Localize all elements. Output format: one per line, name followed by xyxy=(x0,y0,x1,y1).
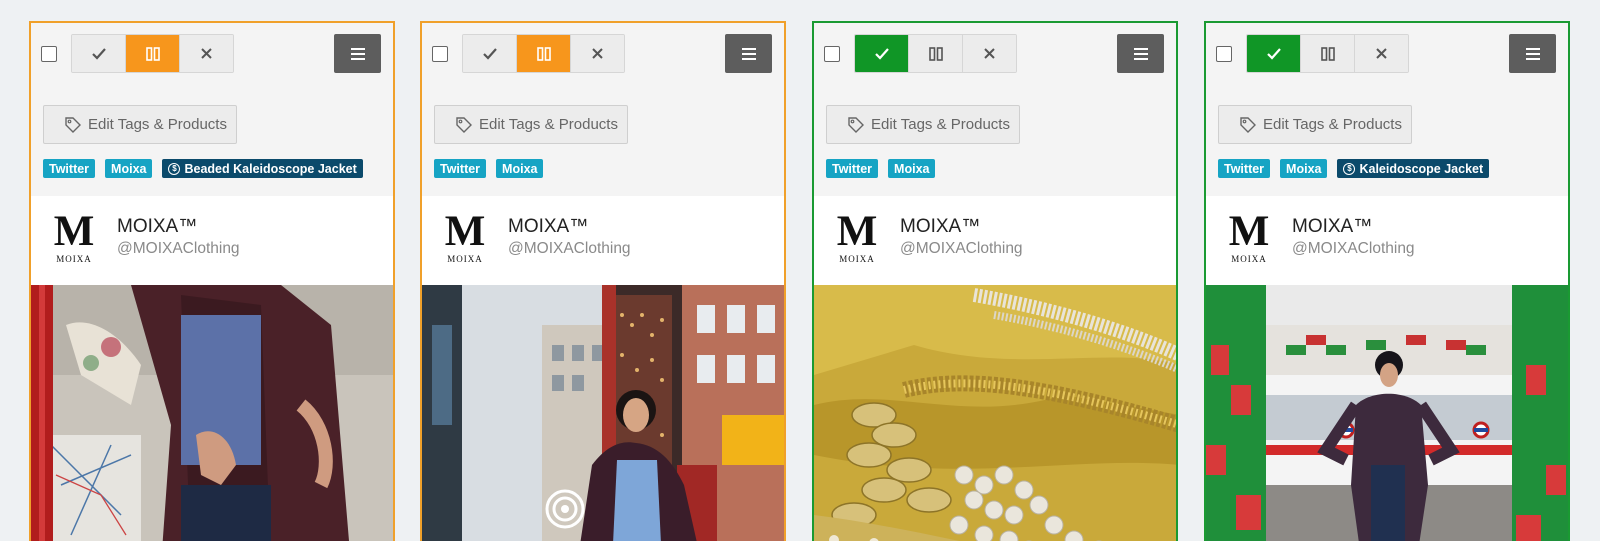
edit-tags-products-button[interactable]: Edit Tags & Products xyxy=(43,105,237,144)
close-icon xyxy=(201,48,212,59)
product-tag-label: Kaleidoscope Jacket xyxy=(1359,161,1484,176)
author-row: M MOIXA MOIXA™ @MOIXAClothing xyxy=(31,196,393,285)
author-name: MOIXA™ xyxy=(117,216,198,237)
edit-button-label: Edit Tags & Products xyxy=(871,116,1010,133)
pause-columns-icon xyxy=(928,46,943,61)
post-image[interactable] xyxy=(31,285,393,541)
post-image[interactable] xyxy=(1206,285,1568,541)
card-menu-button[interactable] xyxy=(1117,34,1164,73)
dollar-circle-icon: $ xyxy=(168,162,181,175)
author-name: MOIXA™ xyxy=(1292,216,1373,237)
post-card: Edit Tags & Products Twitter Moixa M MOI… xyxy=(812,21,1178,541)
pending-button[interactable] xyxy=(909,35,963,72)
card-menu-button[interactable] xyxy=(334,34,381,73)
tag-twitter[interactable]: Twitter xyxy=(826,159,879,178)
edit-button-label: Edit Tags & Products xyxy=(479,116,618,133)
approve-button[interactable] xyxy=(1247,35,1301,72)
brand-logo: M MOIXA xyxy=(1228,208,1270,264)
edit-button-label: Edit Tags & Products xyxy=(1263,116,1402,133)
select-checkbox[interactable] xyxy=(1216,46,1232,62)
close-icon xyxy=(592,48,603,59)
moderation-toggle xyxy=(71,34,234,73)
tag-twitter[interactable]: Twitter xyxy=(1218,159,1271,178)
dollar-circle-icon: $ xyxy=(1343,162,1356,175)
reject-button[interactable] xyxy=(180,35,233,72)
edit-button-label: Edit Tags & Products xyxy=(88,116,227,133)
card-menu-button[interactable] xyxy=(725,34,772,73)
tag-list: Twitter Moixa xyxy=(826,159,936,178)
tag-moixa[interactable]: Moixa xyxy=(496,159,544,178)
author-row: M MOIXA MOIXA™ @MOIXAClothing xyxy=(422,196,784,285)
product-tag-label: Beaded Kaleidoscope Jacket xyxy=(184,161,357,176)
reject-button[interactable] xyxy=(1355,35,1408,72)
select-checkbox[interactable] xyxy=(824,46,840,62)
author-name: MOIXA™ xyxy=(508,216,589,237)
pending-button[interactable] xyxy=(1301,35,1355,72)
edit-tags-products-button[interactable]: Edit Tags & Products xyxy=(1218,105,1412,144)
select-checkbox[interactable] xyxy=(41,46,57,62)
pause-columns-icon xyxy=(536,46,551,61)
tag-list: Twitter Moixa $ Beaded Kaleidoscope Jack… xyxy=(43,159,363,178)
hamburger-menu-icon xyxy=(350,47,365,60)
author-row: M MOIXA MOIXA™ @MOIXAClothing xyxy=(814,196,1176,285)
card-menu-button[interactable] xyxy=(1509,34,1556,73)
tag-moixa[interactable]: Moixa xyxy=(888,159,936,178)
edit-tags-products-button[interactable]: Edit Tags & Products xyxy=(826,105,1020,144)
pending-button[interactable] xyxy=(517,35,571,72)
author-handle[interactable]: @MOIXAClothing xyxy=(508,240,631,258)
moderation-toggle xyxy=(462,34,625,73)
brand-logo: M MOIXA xyxy=(836,208,878,264)
tag-icon xyxy=(1240,116,1256,133)
post-image[interactable] xyxy=(422,285,784,541)
author-handle[interactable]: @MOIXAClothing xyxy=(900,240,1023,258)
pause-columns-icon xyxy=(145,46,160,61)
check-icon xyxy=(482,47,497,60)
tag-list: Twitter Moixa $ Kaleidoscope Jacket xyxy=(1218,159,1490,178)
author-row: M MOIXA MOIXA™ @MOIXAClothing xyxy=(1206,196,1568,285)
approve-button[interactable] xyxy=(855,35,909,72)
brand-logo: M MOIXA xyxy=(53,208,95,264)
post-card: Edit Tags & Products Twitter Moixa $ Bea… xyxy=(29,21,395,541)
reject-button[interactable] xyxy=(571,35,624,72)
tag-icon xyxy=(848,116,864,133)
hamburger-menu-icon xyxy=(741,47,756,60)
author-handle[interactable]: @MOIXAClothing xyxy=(117,240,240,258)
check-icon xyxy=(91,47,106,60)
tag-moixa[interactable]: Moixa xyxy=(1280,159,1328,178)
tag-list: Twitter Moixa xyxy=(434,159,544,178)
moderation-toggle xyxy=(1246,34,1409,73)
product-tag[interactable]: $ Beaded Kaleidoscope Jacket xyxy=(162,159,363,178)
reject-button[interactable] xyxy=(963,35,1016,72)
edit-tags-products-button[interactable]: Edit Tags & Products xyxy=(434,105,628,144)
check-icon xyxy=(874,47,889,60)
tag-twitter[interactable]: Twitter xyxy=(434,159,487,178)
close-icon xyxy=(1376,48,1387,59)
author-name: MOIXA™ xyxy=(900,216,981,237)
pause-columns-icon xyxy=(1320,46,1335,61)
close-icon xyxy=(984,48,995,59)
product-tag[interactable]: $ Kaleidoscope Jacket xyxy=(1337,159,1490,178)
post-card: Edit Tags & Products Twitter Moixa $ Kal… xyxy=(1204,21,1570,541)
approve-button[interactable] xyxy=(72,35,126,72)
hamburger-menu-icon xyxy=(1133,47,1148,60)
tag-icon xyxy=(456,116,472,133)
tag-icon xyxy=(65,116,81,133)
post-card: Edit Tags & Products Twitter Moixa M MOI… xyxy=(420,21,786,541)
select-checkbox[interactable] xyxy=(432,46,448,62)
moderation-toggle xyxy=(854,34,1017,73)
tag-twitter[interactable]: Twitter xyxy=(43,159,96,178)
hamburger-menu-icon xyxy=(1525,47,1540,60)
approve-button[interactable] xyxy=(463,35,517,72)
author-handle[interactable]: @MOIXAClothing xyxy=(1292,240,1415,258)
pending-button[interactable] xyxy=(126,35,180,72)
tag-moixa[interactable]: Moixa xyxy=(105,159,153,178)
brand-logo: M MOIXA xyxy=(444,208,486,264)
post-image[interactable] xyxy=(814,285,1176,541)
check-icon xyxy=(1266,47,1281,60)
